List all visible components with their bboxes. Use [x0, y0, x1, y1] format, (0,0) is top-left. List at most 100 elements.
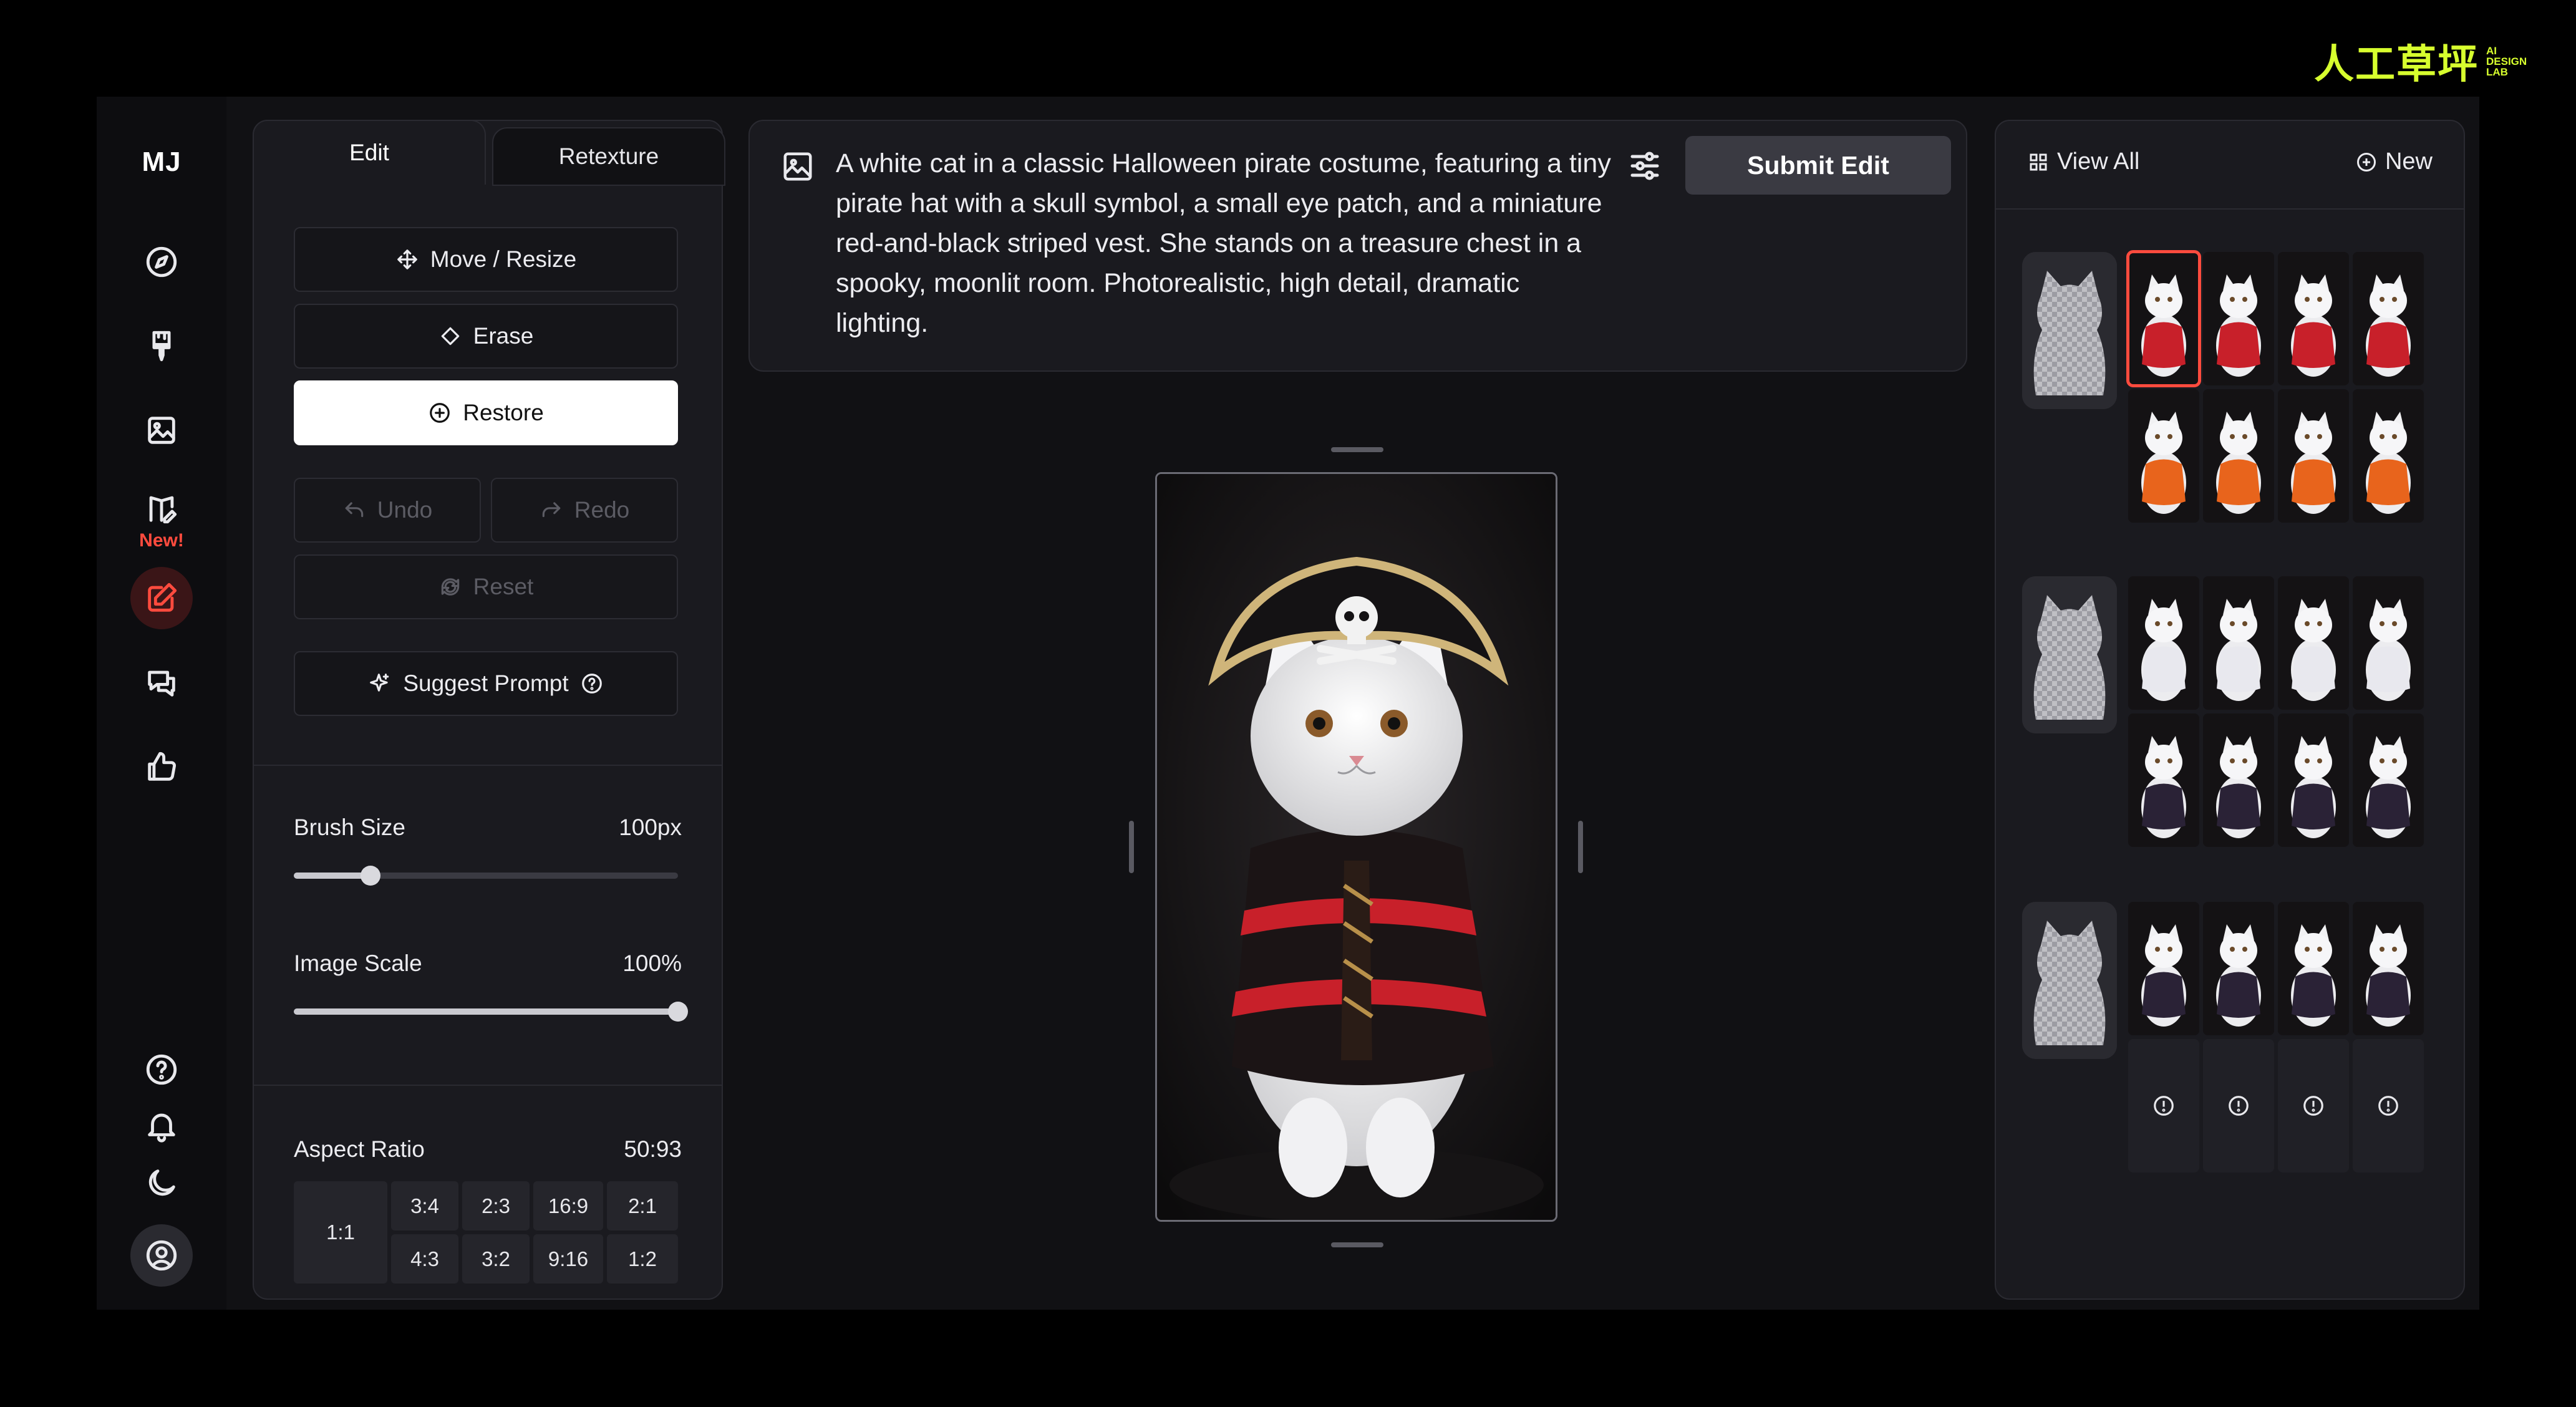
alert-icon — [2229, 1096, 2249, 1116]
suggest-prompt-button[interactable]: Suggest Prompt — [294, 651, 678, 716]
resize-handle-right[interactable] — [1578, 821, 1583, 873]
aspect-ratio-value: 50:93 — [624, 1136, 682, 1162]
brush-size-value: 100px — [619, 815, 682, 840]
images-button[interactable] — [130, 399, 193, 462]
divider — [254, 1085, 722, 1086]
mask-thumbnail[interactable] — [2022, 576, 2117, 733]
app-logo[interactable]: MJ — [97, 147, 226, 178]
aspect-ratio-grid: 1:1 3:4 2:3 16:9 2:1 4:3 3:2 9:16 1:2 — [294, 1181, 678, 1284]
submit-edit-button[interactable]: Submit Edit — [1685, 136, 1951, 195]
result-thumbnail[interactable] — [2203, 713, 2274, 847]
brush-size-slider[interactable] — [294, 866, 678, 886]
grid-icon — [2030, 153, 2047, 170]
result-thumbnail[interactable] — [2203, 252, 2274, 385]
cat-image — [1157, 474, 1556, 1220]
result-thumbnail[interactable] — [2126, 250, 2201, 387]
theme-toggle[interactable] — [130, 1152, 193, 1214]
result-thumbnail[interactable] — [2278, 389, 2349, 523]
result-thumbnail[interactable] — [2278, 902, 2349, 1035]
new-button[interactable]: New — [2355, 148, 2433, 175]
image-prompt-button[interactable] — [781, 150, 815, 183]
alert-icon — [2154, 1096, 2174, 1116]
result-thumbnail[interactable] — [2353, 252, 2424, 385]
watermark: 人工草坪 AI DESIGN LAB — [2314, 32, 2527, 90]
aspect-ratio-label: Aspect Ratio — [294, 1136, 425, 1162]
bell-icon — [148, 1113, 175, 1143]
ratio-option[interactable]: 2:1 — [607, 1181, 678, 1231]
ratio-option[interactable]: 16:9 — [533, 1181, 603, 1231]
new-badge: New! — [139, 530, 184, 551]
failed-thumbnail[interactable] — [2203, 1039, 2274, 1172]
resize-handle-bottom[interactable] — [1331, 1242, 1383, 1247]
edit-icon — [148, 583, 177, 612]
image-scale-slider[interactable] — [294, 1002, 688, 1022]
help-icon — [146, 1054, 177, 1085]
result-thumbnail[interactable] — [2353, 389, 2424, 523]
chat-button[interactable] — [130, 652, 193, 714]
result-thumbnail[interactable] — [2128, 576, 2199, 710]
slider-knob[interactable] — [668, 1002, 688, 1022]
result-thumbnail[interactable] — [2353, 576, 2424, 710]
redo-icon — [542, 502, 561, 518]
brush-size-label: Brush Size — [294, 815, 405, 840]
restore-icon — [430, 403, 450, 423]
ratio-option[interactable]: 4:3 — [391, 1234, 458, 1284]
result-thumbnail[interactable] — [2128, 389, 2199, 523]
result-thumbnail[interactable] — [2128, 713, 2199, 847]
restore-button[interactable]: Restore — [294, 380, 678, 445]
gallery-header: View All New — [1996, 121, 2464, 210]
ratio-option[interactable]: 3:2 — [462, 1234, 530, 1284]
redo-button[interactable]: Redo — [491, 478, 678, 543]
help-icon[interactable] — [580, 672, 604, 695]
failed-thumbnail[interactable] — [2278, 1039, 2349, 1172]
alert-icon — [2378, 1096, 2398, 1116]
result-thumbnail[interactable] — [2203, 576, 2274, 710]
notifications-button[interactable] — [130, 1095, 193, 1157]
resize-handle-left[interactable] — [1129, 821, 1134, 873]
view-all-button[interactable]: View All — [2027, 148, 2139, 175]
ratio-option[interactable]: 1:1 — [294, 1181, 387, 1284]
rate-button[interactable] — [130, 736, 193, 798]
create-button[interactable] — [130, 315, 193, 377]
prompt-bar: A white cat in a classic Halloween pirat… — [748, 120, 1967, 372]
moon-icon — [148, 1169, 175, 1196]
image-icon — [783, 152, 812, 181]
explore-button[interactable] — [130, 231, 193, 293]
slider-knob[interactable] — [361, 866, 381, 886]
result-thumbnail[interactable] — [2203, 902, 2274, 1035]
edit-button[interactable] — [130, 567, 193, 629]
image-scale-value: 100% — [622, 950, 682, 976]
erase-button[interactable]: Erase — [294, 304, 678, 369]
result-thumbnail[interactable] — [2278, 576, 2349, 710]
reset-button[interactable]: Reset — [294, 554, 678, 619]
result-thumbnail[interactable] — [2278, 713, 2349, 847]
ratio-option[interactable]: 2:3 — [462, 1181, 530, 1231]
reset-icon — [441, 578, 459, 596]
ratio-option[interactable]: 9:16 — [533, 1234, 603, 1284]
move-icon — [397, 249, 417, 269]
tab-edit[interactable]: Edit — [253, 120, 486, 185]
failed-thumbnail[interactable] — [2128, 1039, 2199, 1172]
chat-icon — [148, 670, 175, 697]
compass-icon — [146, 246, 177, 278]
help-button[interactable] — [130, 1038, 193, 1101]
prompt-settings-button[interactable] — [1626, 147, 1670, 191]
failed-thumbnail[interactable] — [2353, 1039, 2424, 1172]
result-thumbnail[interactable] — [2353, 902, 2424, 1035]
ratio-option[interactable]: 3:4 — [391, 1181, 458, 1231]
move-resize-button[interactable]: Move / Resize — [294, 227, 678, 292]
result-thumbnail[interactable] — [2203, 389, 2274, 523]
tab-retexture[interactable]: Retexture — [492, 127, 725, 186]
prompt-input[interactable]: A white cat in a classic Halloween pirat… — [836, 143, 1615, 343]
mask-thumbnail[interactable] — [2022, 252, 2117, 409]
result-thumbnail[interactable] — [2353, 713, 2424, 847]
undo-button[interactable]: Undo — [294, 478, 481, 543]
edit-canvas[interactable] — [1155, 472, 1557, 1222]
resize-handle-top[interactable] — [1331, 447, 1383, 452]
mask-thumbnail[interactable] — [2022, 902, 2117, 1059]
ratio-option[interactable]: 1:2 — [607, 1234, 678, 1284]
result-thumbnail[interactable] — [2278, 252, 2349, 385]
nav-rail: MJ New! — [97, 97, 226, 1310]
result-thumbnail[interactable] — [2128, 902, 2199, 1035]
profile-button[interactable] — [130, 1224, 193, 1287]
